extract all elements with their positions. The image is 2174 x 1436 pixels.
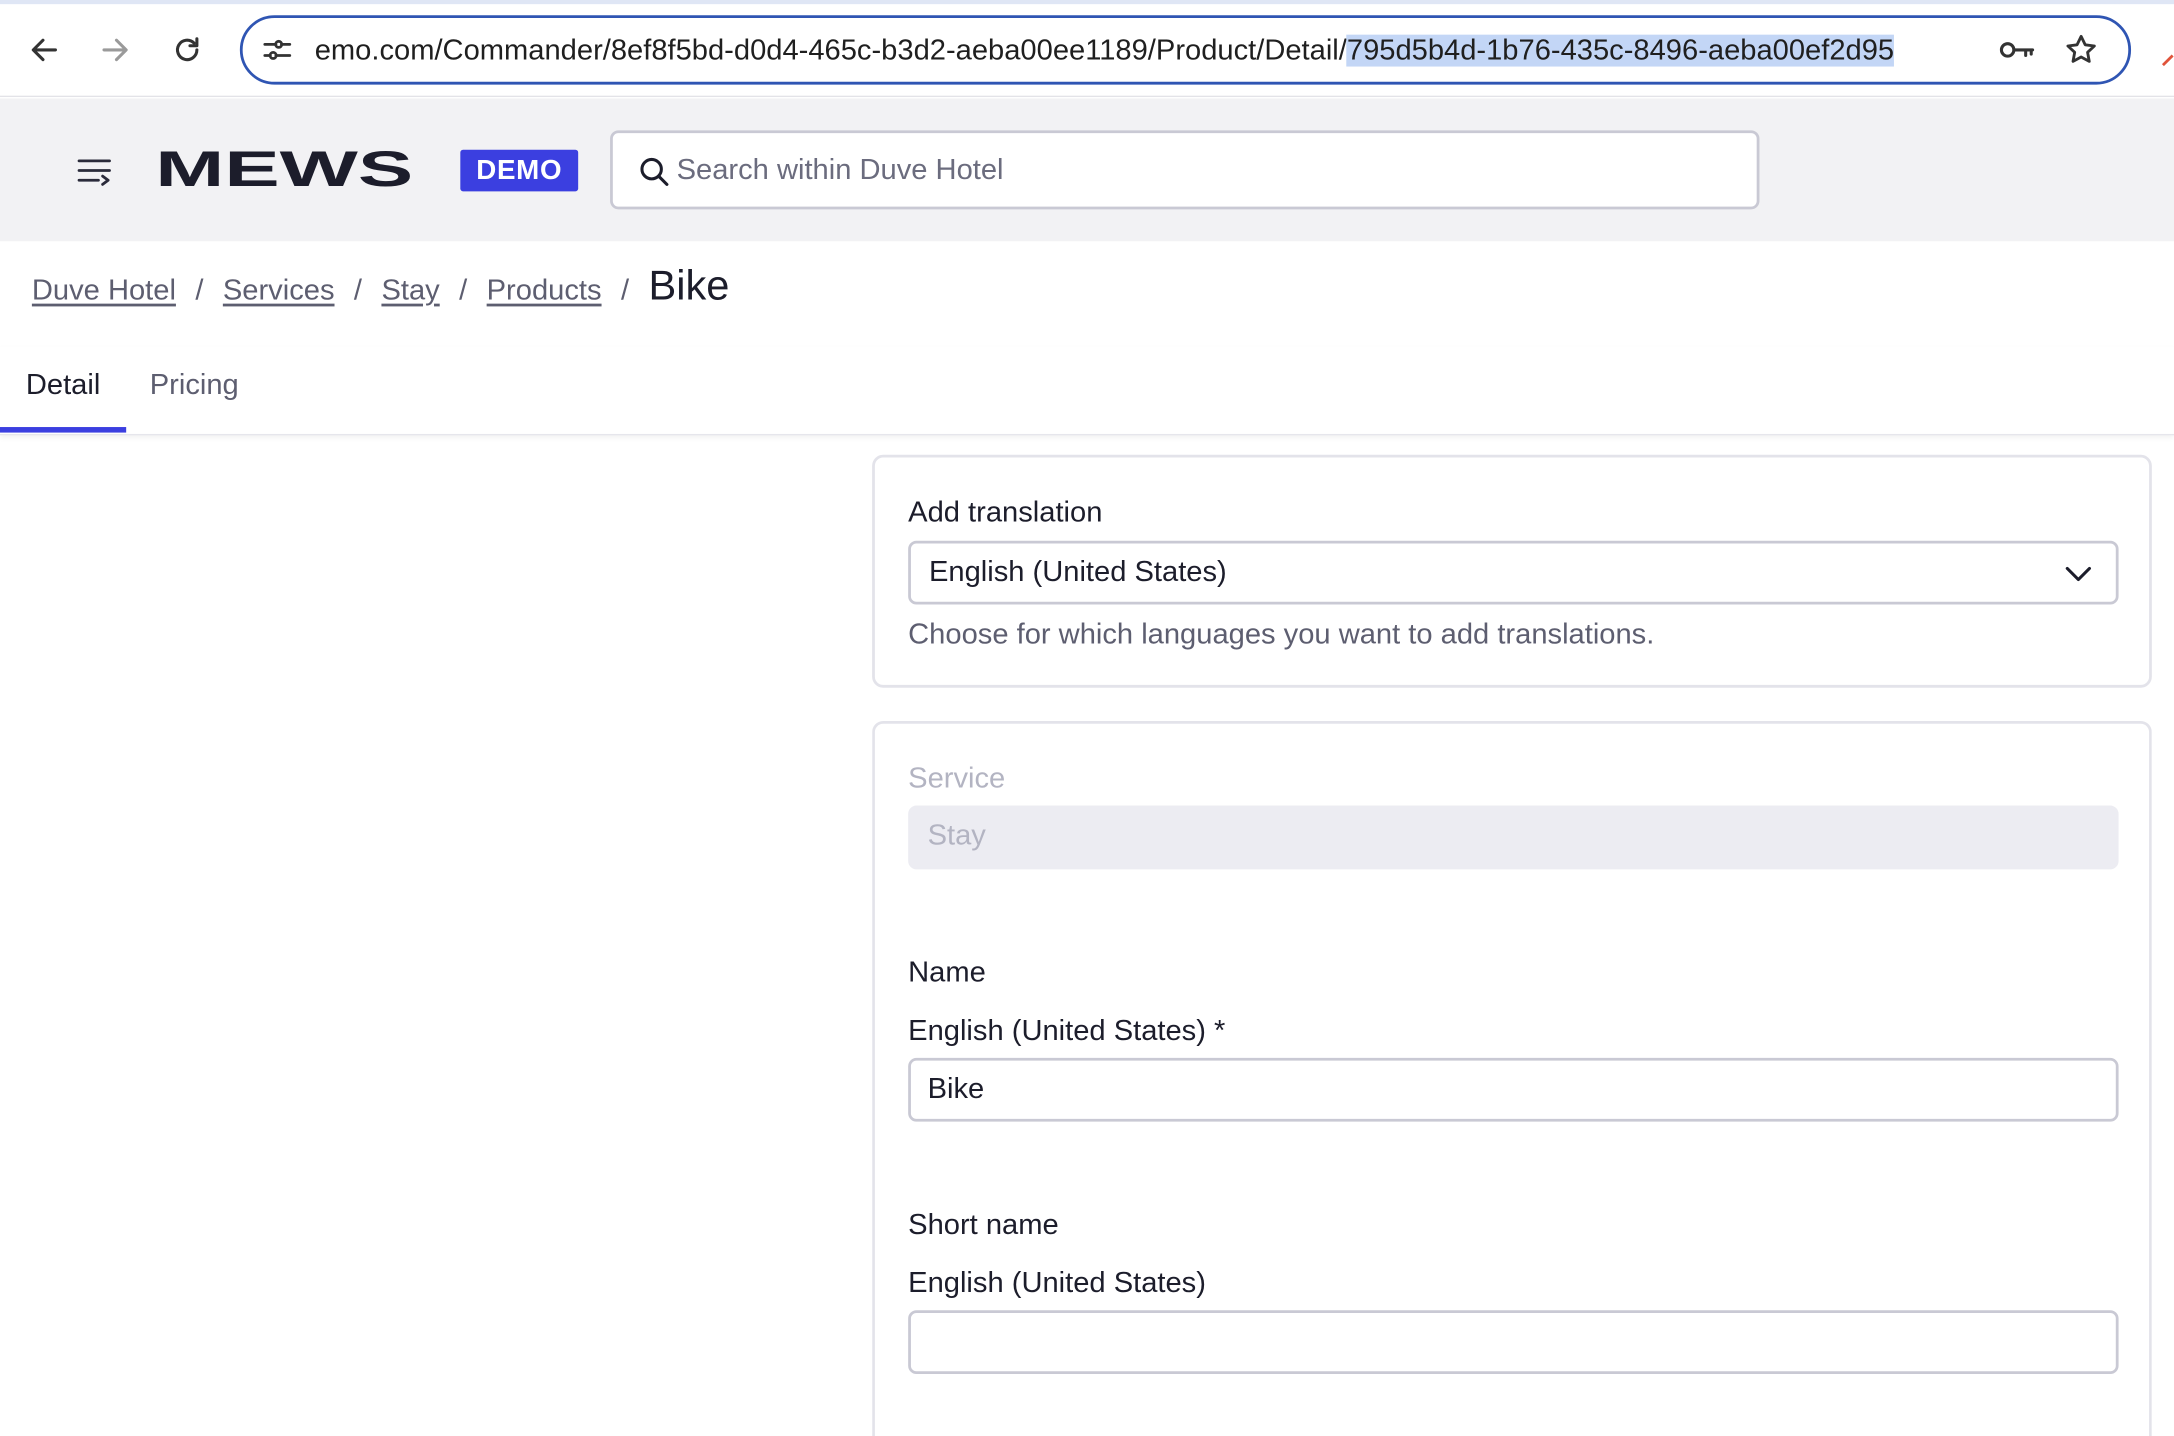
- mews-logo[interactable]: MEWS: [155, 150, 413, 189]
- service-field-value: Stay: [927, 819, 986, 852]
- menu-icon[interactable]: [75, 153, 114, 192]
- breadcrumb-link-hotel[interactable]: Duve Hotel: [32, 275, 176, 308]
- breadcrumb-link-services[interactable]: Services: [223, 275, 335, 308]
- back-button[interactable]: [19, 25, 69, 75]
- product-details-card: Service Stay Name English (United States…: [872, 720, 2152, 1436]
- url-selected-segment: 795d5b4d-1b76-435c-8496-aeba00ef2d95: [1346, 34, 1895, 67]
- short-name-label: Short name: [908, 1209, 1059, 1241]
- url-prefix: emo.com/Commander/8ef8f5bd-d0d4-465c-b3d…: [314, 34, 1347, 67]
- bookmark-star-icon[interactable]: [2063, 32, 2099, 68]
- tab-strip-edge: [0, 0, 2174, 5]
- breadcrumb: Duve Hotel / Services / Stay / Products …: [32, 263, 729, 318]
- short-name-language-label: English (United States): [908, 1267, 1206, 1300]
- name-input[interactable]: [908, 1057, 2119, 1122]
- name-label: Name: [908, 956, 986, 989]
- address-bar[interactable]: emo.com/Commander/8ef8f5bd-d0d4-465c-b3d…: [239, 15, 2132, 85]
- add-translation-label: Add translation: [908, 496, 1103, 529]
- extension-icon: [2161, 54, 2174, 67]
- translation-card: Add translation English (United States) …: [872, 454, 2152, 688]
- language-select[interactable]: English (United States): [908, 540, 2119, 605]
- search-icon: [640, 157, 669, 186]
- breadcrumb-link-stay[interactable]: Stay: [381, 275, 439, 308]
- breadcrumb-separator: /: [620, 274, 630, 307]
- short-name-input[interactable]: [908, 1310, 2119, 1375]
- tab-detail[interactable]: Detail: [0, 347, 127, 433]
- reload-icon: [175, 37, 199, 62]
- browser-toolbar: emo.com/Commander/8ef8f5bd-d0d4-465c-b3d…: [0, 0, 2174, 98]
- translation-hint: Choose for which languages you want to a…: [908, 618, 1655, 651]
- language-select-value: English (United States): [928, 555, 1227, 588]
- logo-text: MEWS: [155, 150, 413, 189]
- demo-badge: DEMO: [460, 149, 579, 192]
- breadcrumb-separator: /: [353, 274, 363, 307]
- tab-bar: Detail Pricing: [0, 347, 2174, 436]
- app-header: MEWS DEMO: [0, 98, 2174, 242]
- arrow-right-icon: [102, 38, 128, 62]
- page-title: Bike: [648, 263, 730, 310]
- url-text[interactable]: emo.com/Commander/8ef8f5bd-d0d4-465c-b3d…: [314, 33, 1895, 69]
- site-settings-icon[interactable]: [261, 33, 294, 66]
- tab-pricing[interactable]: Pricing: [150, 347, 239, 433]
- search-box[interactable]: [610, 130, 1760, 210]
- arrow-left-icon: [31, 38, 57, 62]
- chevron-down-icon: [2065, 566, 2091, 582]
- search-input[interactable]: [676, 148, 1731, 193]
- breadcrumb-link-products[interactable]: Products: [487, 275, 602, 308]
- breadcrumb-separator: /: [459, 274, 468, 307]
- forward-button[interactable]: [90, 25, 140, 75]
- key-icon[interactable]: [1998, 33, 2037, 66]
- page: emo.com/Commander/8ef8f5bd-d0d4-465c-b3d…: [0, 0, 2174, 1436]
- name-language-label: English (United States) *: [908, 1014, 1226, 1047]
- breadcrumb-separator: /: [195, 274, 204, 307]
- reload-button[interactable]: [162, 25, 212, 75]
- service-field: Stay: [908, 805, 2119, 870]
- service-label: Service: [908, 762, 1006, 795]
